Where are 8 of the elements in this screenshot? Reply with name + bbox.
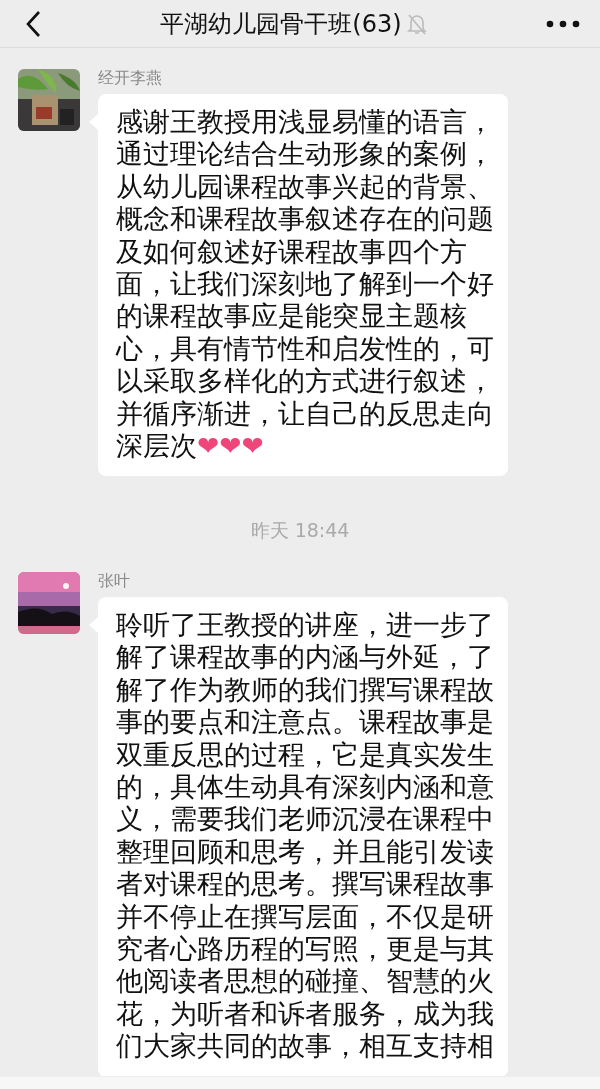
chat-title: 平湖幼儿园骨干班(63) [160,8,402,40]
message-text: 聆听了王教授的讲座，进一步了解了课程故事的内涵与外延，了解了作为教师的我们撰写课程故事的要点和注意点。课程故事是双重反思的过程，它是真实发生的，具体生动具有深刻内涵和意义，需要我们老师沉浸在课程中整理回顾和思考，并且能引发读者对课程的思考。撰写课程故事并不停止在撰写层面，不仅是研究者心路历程的写照，更是与其他阅读者思想的碰撞、智慧的火花，为听者和诉者服务，成为我们大家共同的故事，相互支持相 [116,608,495,1063]
more-icon[interactable] [546,19,580,28]
message-text: 感谢王教授用浅显易懂的语言，通过理论结合生动形象的案例，从幼儿园课程故事兴起的背景、概念和课程故事叙述存在的问题及如何叙述好课程故事四个方面，让我们深刻地了解到一个好的课程故事应是能突显主题核心，具有情节性和启发性的，可以采取多样化的方式进行叙述，并循序渐进，让自己的反思走向深层次❤❤❤ [116,106,495,463]
sender-name: 经开李燕 [98,68,163,88]
sender-name: 张叶 [98,570,131,591]
back-icon[interactable] [24,9,42,38]
timestamp: 昨天 18:44 [249,518,351,544]
